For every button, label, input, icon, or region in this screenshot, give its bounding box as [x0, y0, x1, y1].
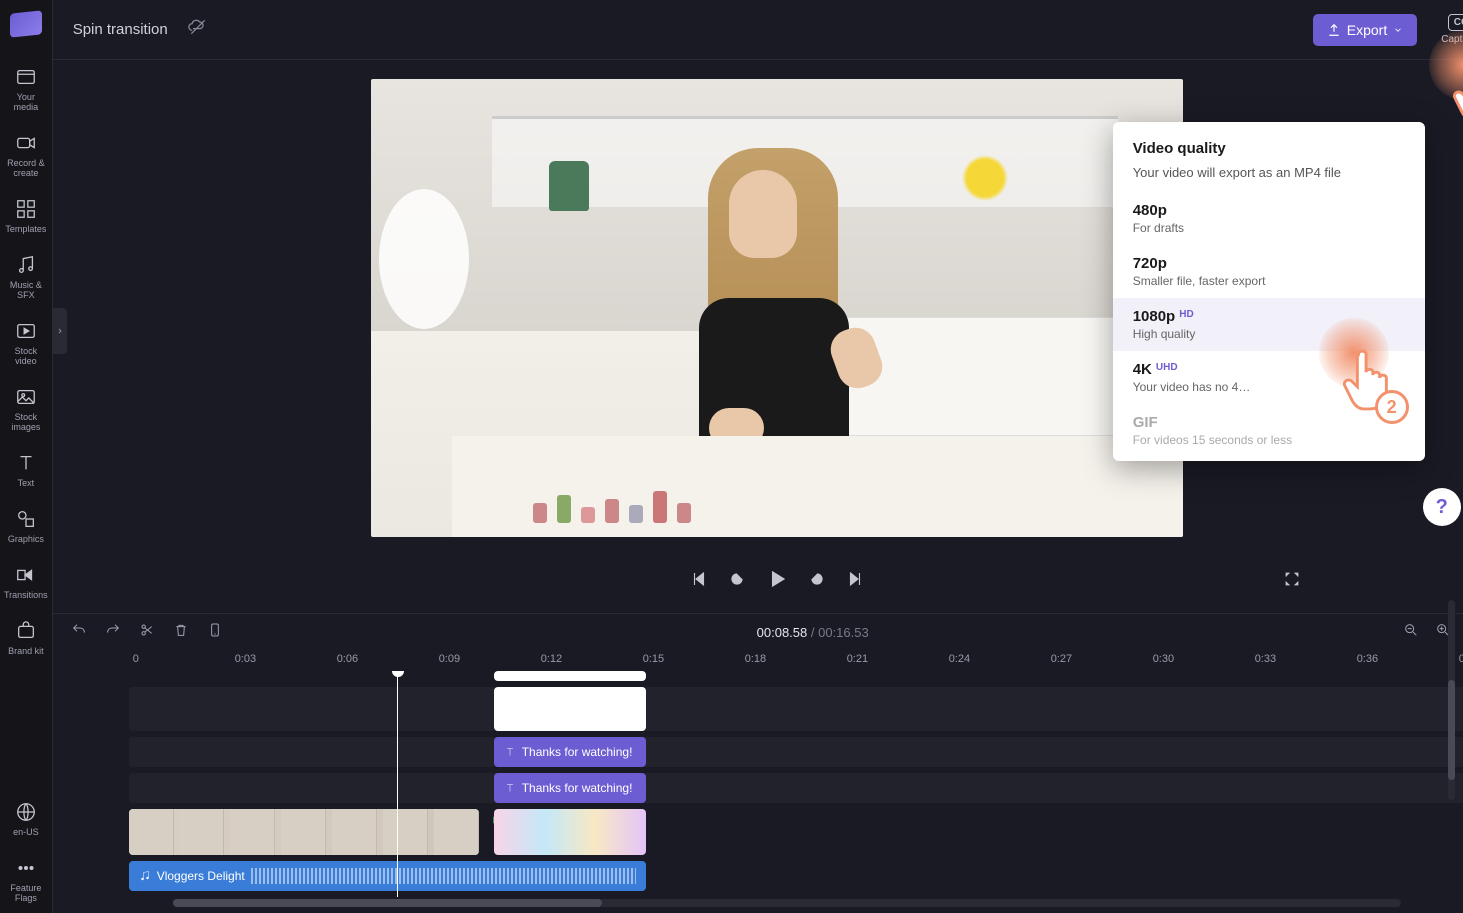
clip-media-white[interactable] [494, 687, 646, 731]
media-icon [15, 66, 37, 88]
sidebar-item-transitions[interactable]: Transitions [0, 554, 52, 610]
fullscreen-button[interactable] [1283, 570, 1301, 593]
cloud-off-icon[interactable] [188, 17, 208, 42]
timeline-tracks[interactable]: Thanks for watching! Thanks for watching… [53, 671, 1463, 897]
sidebar-item-text[interactable]: Text [0, 442, 52, 498]
stockvideo-icon [15, 320, 37, 342]
clip-text-1[interactable]: Thanks for watching! [494, 737, 646, 767]
templates-icon [15, 198, 37, 220]
total-time: 00:16.53 [818, 625, 869, 640]
music-icon [15, 254, 37, 276]
captions-button[interactable]: CC Captions [1441, 14, 1463, 45]
globe-icon [15, 801, 37, 823]
sidebar-label: Brand kit [8, 646, 44, 656]
sidebar-label: Music & SFX [4, 280, 48, 300]
rewind-button[interactable] [728, 570, 746, 593]
playback-controls [53, 556, 1463, 613]
upload-icon [1327, 23, 1341, 37]
top-bar: Spin transition Export CC Captions [53, 0, 1463, 60]
timeline-ruler[interactable]: 00:030:060:090:120:150:180:210:240:270:3… [53, 651, 1463, 671]
quality-option-1080p[interactable]: 1080pHD High quality [1113, 298, 1425, 351]
sidebar-label: Stock images [4, 412, 48, 432]
clip-audio[interactable]: Vloggers Delight [129, 861, 646, 891]
sidebar-item-flags[interactable]: Feature Flags [0, 847, 52, 913]
clip-video-holo[interactable] [494, 809, 646, 855]
delete-button[interactable] [173, 622, 189, 643]
skip-back-button[interactable] [690, 570, 708, 593]
export-dropdown-subtitle: Your video will export as an MP4 file [1113, 161, 1425, 192]
expand-left-handle[interactable] [53, 308, 67, 354]
clip-text-2[interactable]: Thanks for watching! [494, 773, 646, 803]
skip-forward-button[interactable] [846, 570, 864, 593]
timeline-scrollbar-horizontal[interactable] [173, 899, 1401, 907]
quality-option-4k[interactable]: 4KUHD Your video has no 4… [1113, 351, 1425, 404]
sidebar-item-graphics[interactable]: Graphics [0, 498, 52, 554]
video-preview[interactable] [371, 79, 1183, 537]
undo-button[interactable] [71, 622, 87, 643]
text-icon [504, 782, 516, 794]
phone-preview-button[interactable] [207, 622, 223, 643]
redo-button[interactable] [105, 622, 121, 643]
export-label: Export [1347, 22, 1387, 38]
brandkit-icon [15, 620, 37, 642]
sidebar-item-templates[interactable]: Templates [0, 188, 52, 244]
timecode-display: 00:08.58 / 00:16.53 [241, 625, 1385, 640]
sidebar-item-record[interactable]: Record & create [0, 122, 52, 188]
timeline-panel: 00:08.58 / 00:16.53 00:030:060:090:120:1… [53, 613, 1463, 913]
quality-option-gif[interactable]: GIF For videos 15 seconds or less [1113, 404, 1425, 457]
camera-icon [15, 132, 37, 154]
play-button[interactable] [766, 568, 788, 595]
left-sidebar: Your media Record & create Templates Mus… [0, 0, 53, 913]
export-button[interactable]: Export [1313, 14, 1417, 46]
clip-video-main[interactable] [129, 809, 479, 855]
sidebar-label: Transitions [4, 590, 48, 600]
content-area: ? 00:08.58 / 00:16.53 [53, 60, 1463, 913]
timeline-toolbar: 00:08.58 / 00:16.53 [53, 614, 1463, 651]
sidebar-item-locale[interactable]: en-US [0, 791, 52, 847]
graphics-icon [15, 508, 37, 530]
sidebar-label: Stock video [4, 346, 48, 366]
dots-icon [15, 857, 37, 879]
captions-label: Captions [1441, 34, 1463, 45]
export-dropdown: Video quality Your video will export as … [1113, 122, 1425, 461]
sidebar-label: Your media [4, 92, 48, 112]
quality-option-480p[interactable]: 480p For drafts [1113, 192, 1425, 245]
zoom-out-button[interactable] [1403, 622, 1419, 643]
current-time: 00:08.58 [757, 625, 808, 640]
cc-icon: CC [1448, 14, 1463, 31]
timeline-scrollbar-vertical[interactable] [1448, 600, 1455, 800]
sidebar-label: Graphics [8, 534, 44, 544]
text-icon [504, 746, 516, 758]
chevron-down-icon [1393, 25, 1403, 35]
image-icon [15, 386, 37, 408]
sidebar-item-your-media[interactable]: Your media [0, 56, 52, 122]
sidebar-label: Templates [5, 224, 46, 234]
clip-overlay[interactable] [494, 671, 646, 681]
music-icon [139, 870, 151, 882]
sidebar-label: Record & create [4, 158, 48, 178]
sidebar-item-stock-video[interactable]: Stock video [0, 310, 52, 376]
quality-option-720p[interactable]: 720p Smaller file, faster export [1113, 245, 1425, 298]
forward-button[interactable] [808, 570, 826, 593]
split-button[interactable] [139, 622, 155, 643]
app-logo[interactable] [10, 10, 42, 37]
sidebar-item-music[interactable]: Music & SFX [0, 244, 52, 310]
sidebar-label: Text [18, 478, 35, 488]
transitions-icon [15, 564, 37, 586]
project-title[interactable]: Spin transition [73, 21, 168, 38]
playhead[interactable] [397, 671, 399, 897]
help-button[interactable]: ? [1423, 488, 1461, 526]
sidebar-label: en-US [13, 827, 39, 837]
text-icon [15, 452, 37, 474]
main-area: Spin transition Export CC Captions [53, 0, 1463, 913]
export-dropdown-title: Video quality [1113, 140, 1425, 161]
sidebar-item-brandkit[interactable]: Brand kit [0, 610, 52, 666]
sidebar-item-stock-images[interactable]: Stock images [0, 376, 52, 442]
sidebar-label: Feature Flags [4, 883, 48, 903]
